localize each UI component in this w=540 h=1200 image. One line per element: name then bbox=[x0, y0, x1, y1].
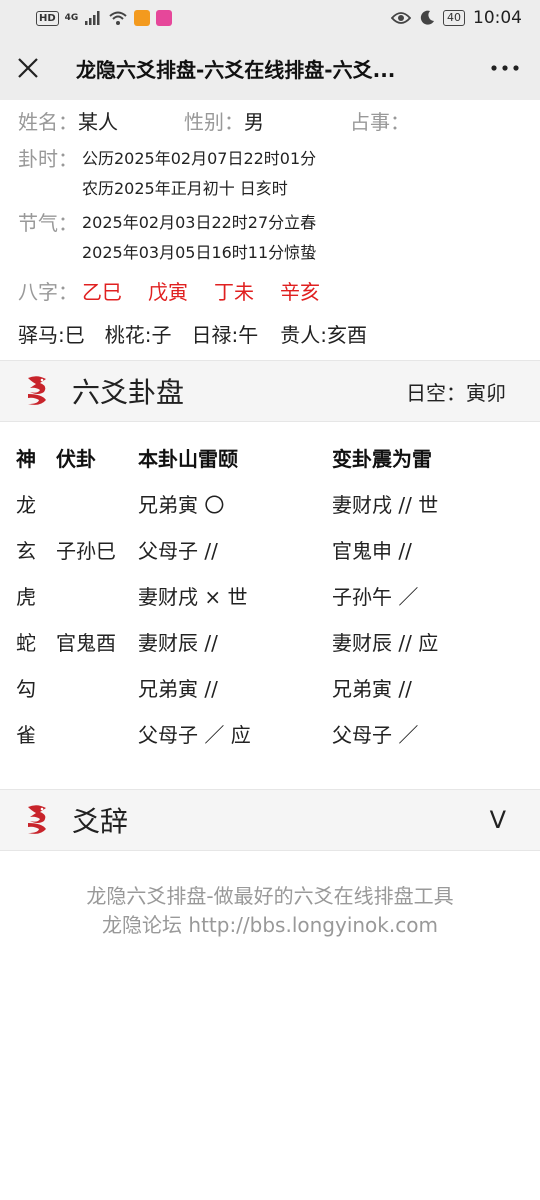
cell-fugua: 子孙巳 bbox=[56, 539, 116, 563]
table-row: 蛇 官鬼酉 妻财辰 // 妻财辰 // 应 bbox=[16, 620, 526, 666]
jieqi-second: 2025年03月05日16时11分惊蛰 bbox=[82, 243, 317, 262]
cell-bengua: 兄弟寅 // bbox=[138, 677, 218, 701]
cell-shen: 玄 bbox=[16, 539, 36, 563]
status-bar: HD 4G 40 10:04 bbox=[0, 0, 540, 36]
cell-biangua: 妻财辰 // 应 bbox=[332, 631, 439, 655]
gua-section-title: 六爻卦盘 bbox=[72, 376, 185, 409]
shensha-yima: 驿马:巳 bbox=[18, 322, 85, 347]
expand-toggle[interactable]: V bbox=[490, 806, 506, 834]
basic-row: 姓名： 某人 性别： 男 占事： bbox=[18, 100, 528, 140]
cell-bengua: 妻财戌 × 世 bbox=[138, 585, 248, 609]
shensha-guiren: 贵人:亥酉 bbox=[280, 322, 367, 347]
time-label: 卦时： bbox=[18, 147, 78, 171]
cell-biangua: 妻财戌 // 世 bbox=[332, 493, 439, 517]
name-value: 某人 bbox=[78, 109, 118, 134]
close-icon bbox=[18, 58, 38, 78]
gua-table-header: 神 伏卦 本卦山雷颐 变卦震为雷 bbox=[16, 436, 526, 482]
footer: 龙隐六爻排盘-做最好的六爻在线排盘工具 龙隐论坛 http://bbs.long… bbox=[0, 882, 540, 940]
table-row: 玄 子孙巳 父母子 // 官鬼申 // bbox=[16, 528, 526, 574]
network-type: 4G bbox=[64, 12, 79, 23]
bazi-day: 丁未 bbox=[214, 279, 254, 304]
time-values: 公历2025年02月07日22时01分 农历2025年正月初十 日亥时 bbox=[82, 144, 316, 204]
table-row: 虎 妻财戌 × 世 子孙午 ／ bbox=[16, 574, 526, 620]
cell-bengua: 父母子 // bbox=[138, 539, 218, 563]
status-right: 40 10:04 bbox=[391, 8, 522, 28]
gua-table: 神 伏卦 本卦山雷颐 变卦震为雷 龙 兄弟寅 〇 妻财戌 // 世 玄 子孙巳 … bbox=[16, 436, 526, 758]
cell-shen: 勾 bbox=[16, 677, 36, 701]
header-biangua: 变卦震为雷 bbox=[332, 447, 432, 471]
cell-bengua: 兄弟寅 〇 bbox=[138, 493, 225, 517]
shensha-row: 驿马:巳 桃花:子 日禄:午 贵人:亥酉 bbox=[18, 314, 528, 352]
time-lunar: 农历2025年正月初十 日亥时 bbox=[82, 179, 288, 198]
time-solar: 公历2025年02月07日22时01分 bbox=[82, 149, 317, 168]
cell-fugua: 官鬼酉 bbox=[56, 631, 116, 655]
more-button[interactable] bbox=[470, 36, 540, 100]
divination-info: 姓名： 某人 性别： 男 占事： 卦时： 公历2025年02月07日22时01分… bbox=[18, 100, 528, 352]
gender-label: 性别： bbox=[184, 109, 244, 134]
header-shen: 神 bbox=[16, 447, 36, 471]
jieqi-row: 节气： 2025年02月03日22时27分立春 2025年03月05日16时11… bbox=[18, 208, 528, 268]
eye-icon bbox=[391, 12, 411, 24]
cell-biangua: 子孙午 ／ bbox=[332, 585, 419, 609]
cell-biangua: 兄弟寅 // bbox=[332, 677, 412, 701]
footer-slogan: 龙隐六爻排盘-做最好的六爻在线排盘工具 bbox=[86, 884, 454, 908]
close-button[interactable] bbox=[0, 36, 56, 100]
cell-bengua: 妻财辰 // bbox=[138, 631, 218, 655]
title-bar: 龙隐六爻排盘-六爻在线排盘-六爻... bbox=[0, 36, 540, 100]
jieqi-first: 2025年02月03日22时27分立春 bbox=[82, 213, 317, 232]
cell-shen: 雀 bbox=[16, 723, 36, 747]
yaoci-section-title: 爻辞 bbox=[72, 805, 129, 838]
cell-biangua: 官鬼申 // bbox=[332, 539, 412, 563]
page-title: 龙隐六爻排盘-六爻在线排盘-六爻... bbox=[76, 57, 396, 82]
table-row: 龙 兄弟寅 〇 妻财戌 // 世 bbox=[16, 482, 526, 528]
dragon-logo-icon bbox=[20, 374, 54, 408]
yaoci-section-header[interactable]: 爻辞 V bbox=[0, 789, 540, 851]
footer-forum-link[interactable]: 龙隐论坛 http://bbs.longyinok.com bbox=[0, 911, 540, 940]
app-notification-icon-2 bbox=[156, 10, 173, 26]
rikong-text: 日空：寅卯 bbox=[406, 380, 506, 405]
gua-section-header: 六爻卦盘 日空：寅卯 bbox=[0, 360, 540, 422]
dragon-logo-icon bbox=[20, 803, 54, 837]
battery-icon: 40 bbox=[443, 10, 465, 26]
time-row: 卦时： 公历2025年02月07日22时01分 农历2025年正月初十 日亥时 bbox=[18, 144, 528, 204]
cell-biangua: 父母子 ／ bbox=[332, 723, 419, 747]
name-label: 姓名： bbox=[18, 109, 78, 134]
signal-icon bbox=[85, 11, 100, 25]
cell-shen: 蛇 bbox=[16, 631, 36, 655]
bazi-hour: 辛亥 bbox=[280, 279, 320, 304]
cell-bengua: 父母子 ／ 应 bbox=[138, 723, 251, 747]
clock: 10:04 bbox=[473, 8, 522, 28]
table-row: 雀 父母子 ／ 应 父母子 ／ bbox=[16, 712, 526, 758]
gender-value: 男 bbox=[244, 109, 264, 134]
jieqi-label: 节气： bbox=[18, 211, 78, 235]
header-bengua: 本卦山雷颐 bbox=[138, 447, 238, 471]
cell-shen: 龙 bbox=[16, 493, 36, 517]
more-icon bbox=[491, 65, 519, 71]
app-notification-icon bbox=[134, 10, 151, 26]
bazi-month: 戊寅 bbox=[148, 279, 188, 304]
header-fugua: 伏卦 bbox=[56, 447, 96, 471]
wifi-icon bbox=[109, 11, 127, 25]
jieqi-values: 2025年02月03日22时27分立春 2025年03月05日16时11分惊蛰 bbox=[82, 208, 316, 268]
status-left: HD 4G bbox=[36, 10, 173, 26]
bazi-label: 八字： bbox=[18, 279, 78, 304]
hd-icon: HD bbox=[36, 10, 59, 26]
shensha-rilu: 日禄:午 bbox=[191, 322, 259, 347]
matter-label: 占事： bbox=[350, 109, 410, 134]
table-row: 勾 兄弟寅 // 兄弟寅 // bbox=[16, 666, 526, 712]
bazi-year: 乙巳 bbox=[82, 279, 122, 304]
moon-icon bbox=[420, 10, 434, 25]
cell-shen: 虎 bbox=[16, 585, 36, 609]
bazi-row: 八字： 乙巳 戊寅 丁未 辛亥 bbox=[18, 272, 528, 308]
shensha-taohua: 桃花:子 bbox=[104, 322, 172, 347]
